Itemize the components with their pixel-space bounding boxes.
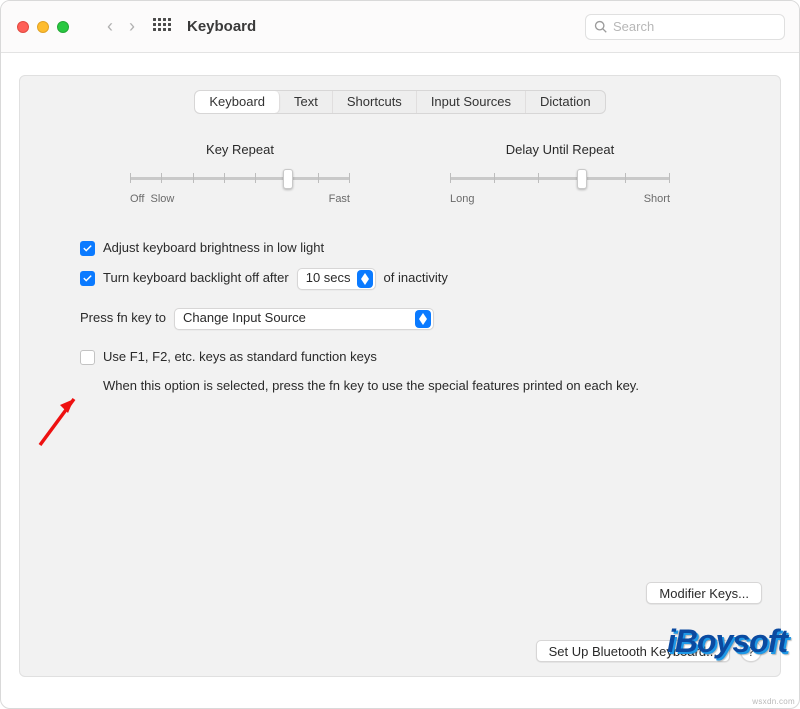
backlight-pre-label: Turn keyboard backlight off after	[103, 269, 289, 288]
bluetooth-keyboard-button[interactable]: Set Up Bluetooth Keyboard...	[536, 640, 730, 662]
delay-long-label: Long	[450, 193, 474, 205]
search-placeholder: Search	[613, 19, 654, 34]
backlight-timeout-popup[interactable]: 10 secs	[297, 268, 376, 290]
delay-repeat-title: Delay Until Repeat	[450, 142, 670, 157]
backlight-off-checkbox[interactable]	[80, 271, 95, 286]
nav-back-button[interactable]: ‹	[99, 16, 121, 37]
nav-forward-button[interactable]: ›	[121, 16, 143, 37]
keyboard-prefs-window: ‹ › Keyboard Search Keyboard Text Shortc…	[0, 0, 800, 709]
help-button[interactable]: ?	[740, 640, 762, 662]
use-fkeys-checkbox[interactable]	[80, 350, 95, 365]
source-note: wsxdn.com	[752, 697, 795, 706]
key-repeat-knob[interactable]	[283, 169, 293, 189]
backlight-post-label: of inactivity	[384, 269, 448, 288]
close-window-button[interactable]	[17, 21, 29, 33]
delay-short-label: Short	[644, 193, 670, 205]
key-repeat-block: Key Repeat Off Slow Fast	[130, 142, 350, 205]
key-repeat-title: Key Repeat	[130, 142, 350, 157]
key-repeat-fast-label: Fast	[329, 193, 350, 205]
minimize-window-button[interactable]	[37, 21, 49, 33]
stepper-icon	[357, 270, 373, 288]
zoom-window-button[interactable]	[57, 21, 69, 33]
modifier-keys-button[interactable]: Modifier Keys...	[646, 582, 762, 604]
window-title: Keyboard	[187, 18, 256, 35]
tab-bar: Keyboard Text Shortcuts Input Sources Di…	[194, 90, 605, 114]
delay-repeat-slider[interactable]	[450, 167, 670, 189]
search-field[interactable]: Search	[585, 14, 785, 40]
adjust-brightness-label: Adjust keyboard brightness in low light	[103, 239, 324, 258]
search-icon	[594, 20, 608, 34]
backlight-timeout-value: 10 secs	[306, 269, 351, 288]
key-repeat-ticks	[130, 173, 350, 183]
fn-key-label: Press fn key to	[80, 309, 166, 328]
titlebar: ‹ › Keyboard Search	[1, 1, 799, 53]
use-fkeys-label: Use F1, F2, etc. keys as standard functi…	[103, 348, 377, 367]
check-icon	[82, 273, 93, 284]
delay-repeat-ticks	[450, 173, 670, 183]
show-all-prefs-icon[interactable]	[153, 18, 171, 36]
delay-repeat-block: Delay Until Repeat Long Short	[450, 142, 670, 205]
adjust-brightness-checkbox[interactable]	[80, 241, 95, 256]
fn-key-popup[interactable]: Change Input Source	[174, 308, 434, 330]
content-pane: Keyboard Text Shortcuts Input Sources Di…	[19, 75, 781, 677]
tab-keyboard[interactable]: Keyboard	[195, 91, 280, 113]
tab-dictation[interactable]: Dictation	[526, 91, 605, 113]
delay-repeat-knob[interactable]	[577, 169, 587, 189]
stepper-icon	[415, 310, 431, 328]
key-repeat-slider[interactable]	[130, 167, 350, 189]
key-repeat-slow-label: Slow	[150, 193, 174, 205]
use-fkeys-description: When this option is selected, press the …	[80, 377, 720, 396]
tab-text[interactable]: Text	[280, 91, 333, 113]
tab-shortcuts[interactable]: Shortcuts	[333, 91, 417, 113]
tab-input-sources[interactable]: Input Sources	[417, 91, 526, 113]
key-repeat-off-label: Off	[130, 193, 144, 205]
check-icon	[82, 243, 93, 254]
fn-key-value: Change Input Source	[183, 309, 306, 328]
window-controls	[17, 21, 69, 33]
